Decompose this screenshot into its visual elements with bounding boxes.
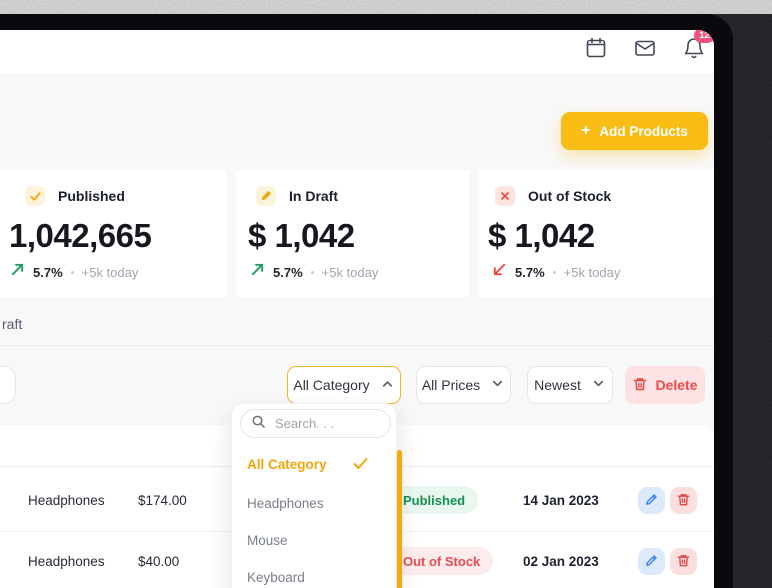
cell-price: $40.00 <box>138 554 179 569</box>
stat-delta: 5.7% <box>33 265 63 280</box>
dropdown-search-box <box>240 409 391 438</box>
tab-draft-partial[interactable]: raft <box>2 316 22 332</box>
trend-down-icon <box>492 262 507 282</box>
edit-pencil-icon <box>644 492 659 510</box>
stat-card-published: Published 1,042,665 5.7% +5k today <box>0 170 227 297</box>
edit-row-button[interactable] <box>638 487 665 514</box>
notifications-button[interactable]: 12 <box>682 36 706 60</box>
cell-category: Headphones <box>28 493 105 508</box>
add-products-label: Add Products <box>599 124 688 139</box>
dropdown-item-headphones[interactable]: Headphones <box>247 496 324 511</box>
dropdown-item-mouse[interactable]: Mouse <box>247 533 288 548</box>
stat-label: In Draft <box>289 188 338 204</box>
dot-separator <box>553 271 556 274</box>
cell-price: $174.00 <box>138 493 187 508</box>
stat-delta: 5.7% <box>515 265 545 280</box>
search-icon <box>251 414 266 434</box>
check-icon <box>352 456 369 476</box>
app-window: 12 + Add Products Published 1,042,665 <box>0 30 714 588</box>
stat-card-in-draft: In Draft $ 1,042 5.7% +5k today <box>236 170 469 297</box>
stat-card-header: Published <box>25 186 125 206</box>
chevron-up-icon <box>380 376 395 394</box>
dot-separator <box>71 271 74 274</box>
topbar-icons: 12 <box>584 36 706 60</box>
dropdown-scrollbar[interactable] <box>397 450 402 588</box>
dropdown-search-input[interactable] <box>273 415 377 432</box>
stat-label: Out of Stock <box>528 188 611 204</box>
trash-icon <box>676 492 691 510</box>
stat-value: $ 1,042 <box>248 216 355 256</box>
delete-button[interactable]: Delete <box>625 366 705 404</box>
delete-row-button[interactable] <box>670 487 697 514</box>
delete-row-button[interactable] <box>670 548 697 575</box>
trend-up-icon <box>250 262 265 282</box>
cell-category: Headphones <box>28 554 105 569</box>
status-badge: Published <box>390 486 478 514</box>
trash-icon <box>676 553 691 571</box>
chevron-down-icon <box>591 376 606 394</box>
sort-select-value: Newest <box>534 377 581 393</box>
chevron-down-icon <box>490 376 505 394</box>
stat-trend: 5.7% +5k today <box>10 262 138 282</box>
category-dropdown-panel: All Category Headphones Mouse Keyboard <box>231 403 397 588</box>
trash-icon <box>632 376 648 395</box>
status-badge: Out of Stock <box>390 547 493 575</box>
dot-separator <box>311 271 314 274</box>
dropdown-item-all-category[interactable]: All Category <box>247 457 327 472</box>
stat-note: +5k today <box>82 265 139 280</box>
plus-icon: + <box>581 123 590 139</box>
stat-note: +5k today <box>564 265 621 280</box>
category-select[interactable]: All Category <box>287 366 401 404</box>
mail-button[interactable] <box>633 36 657 60</box>
dropdown-item-keyboard[interactable]: Keyboard <box>247 570 305 585</box>
calendar-icon <box>584 48 608 63</box>
stat-card-header: In Draft <box>256 186 338 206</box>
stat-delta: 5.7% <box>273 265 303 280</box>
sort-select[interactable]: Newest <box>527 366 613 404</box>
calendar-button[interactable] <box>584 36 608 60</box>
edit-row-button[interactable] <box>638 548 665 575</box>
stat-trend: 5.7% +5k today <box>250 262 378 282</box>
tabs-divider <box>0 345 714 346</box>
notification-badge: 12 <box>694 30 714 43</box>
trend-up-icon <box>10 262 25 282</box>
search-input-partial[interactable] <box>0 366 16 404</box>
bell-icon <box>682 48 706 63</box>
stat-card-header: Out of Stock <box>495 186 611 206</box>
check-icon <box>25 186 45 206</box>
prices-select[interactable]: All Prices <box>416 366 511 404</box>
category-select-value: All Category <box>293 377 369 393</box>
delete-button-label: Delete <box>655 377 697 393</box>
x-icon <box>495 186 515 206</box>
edit-pencil-icon <box>644 553 659 571</box>
stat-card-out-of-stock: Out of Stock $ 1,042 5.7% +5k today <box>478 170 714 297</box>
app-window-frame: 12 + Add Products Published 1,042,665 <box>0 14 733 588</box>
stat-note: +5k today <box>322 265 379 280</box>
prices-select-value: All Prices <box>422 377 480 393</box>
cell-created: 02 Jan 2023 <box>523 554 599 569</box>
stat-value: 1,042,665 <box>9 216 151 256</box>
stat-label: Published <box>58 188 125 204</box>
screenshot-stage: 12 + Add Products Published 1,042,665 <box>0 0 772 588</box>
stat-trend: 5.7% +5k today <box>492 262 620 282</box>
stat-value: $ 1,042 <box>488 216 595 256</box>
mail-icon <box>633 48 657 63</box>
topbar: 12 <box>0 30 714 73</box>
backdrop-top-band <box>0 0 772 14</box>
pencil-icon <box>256 186 276 206</box>
cell-created: 14 Jan 2023 <box>523 493 599 508</box>
add-products-button[interactable]: + Add Products <box>561 112 708 150</box>
